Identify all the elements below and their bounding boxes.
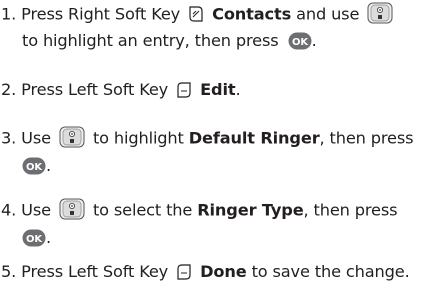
step-text: to highlight an entry, then press bbox=[22, 31, 279, 50]
contacts-label: Contacts bbox=[212, 4, 292, 24]
default-ringer-label: Default Ringer bbox=[188, 128, 320, 148]
step-text: to select the bbox=[92, 200, 193, 220]
step-number: 1. bbox=[1, 4, 17, 24]
step-text: , then press bbox=[319, 128, 414, 148]
svg-text:OK: OK bbox=[26, 234, 43, 245]
step-text: . bbox=[311, 31, 317, 50]
step-text: Use bbox=[21, 200, 51, 220]
step-number: 2. bbox=[1, 80, 17, 99]
left-soft-key-icon bbox=[175, 263, 193, 281]
step-text: Press Right Soft Key bbox=[21, 4, 181, 24]
step-text: to save the change. bbox=[251, 262, 410, 281]
ok-key-icon: OK bbox=[22, 157, 46, 175]
step-text: . bbox=[235, 80, 241, 99]
instruction-list: 1. Press Right Soft Key Contacts and use bbox=[0, 0, 436, 286]
step-text: to highlight bbox=[92, 128, 184, 148]
step-text: Press Left Soft Key bbox=[21, 262, 169, 281]
ok-key-icon: OK bbox=[288, 32, 312, 50]
right-soft-key-icon bbox=[187, 5, 205, 23]
step-text: . bbox=[46, 228, 51, 247]
step-1: 1. Press Right Soft Key Contacts and use bbox=[1, 2, 436, 54]
svg-text:OK: OK bbox=[26, 162, 43, 173]
step-number: 5. bbox=[1, 262, 17, 281]
step-text: Press Left Soft Key bbox=[21, 80, 169, 99]
navigation-key-icon bbox=[59, 126, 85, 148]
ok-key-icon: OK bbox=[22, 229, 46, 247]
step-text: and use bbox=[296, 4, 360, 24]
ringer-type-label: Ringer Type bbox=[197, 200, 304, 220]
step-3: 3. Use to highlight Default Ringer, then… bbox=[1, 126, 436, 178]
step-number: 4. bbox=[1, 200, 17, 220]
step-text: . bbox=[46, 156, 51, 175]
step-text: Use bbox=[21, 128, 51, 148]
edit-label: Edit bbox=[200, 80, 236, 99]
done-label: Done bbox=[200, 262, 247, 281]
navigation-key-icon bbox=[59, 198, 85, 220]
step-2: 2. Press Left Soft Key Edit. bbox=[1, 80, 436, 102]
step-number: 3. bbox=[1, 128, 17, 148]
navigation-key-icon bbox=[367, 2, 393, 24]
step-4: 4. Use to select the Ringer Type, then p… bbox=[1, 198, 436, 250]
left-soft-key-icon bbox=[175, 81, 193, 99]
step-5: 5. Press Left Soft Key Done to save the … bbox=[1, 262, 436, 284]
step-text: , then press bbox=[303, 200, 398, 220]
svg-text:OK: OK bbox=[292, 37, 309, 48]
